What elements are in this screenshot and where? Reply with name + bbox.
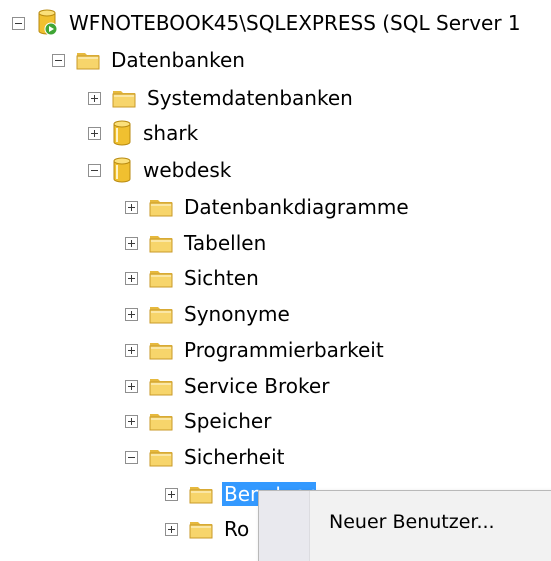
tree-node-storage[interactable]: Speicher bbox=[125, 405, 273, 437]
folder-icon bbox=[189, 519, 213, 539]
tree-node-synonyms[interactable]: Synonyme bbox=[125, 298, 292, 330]
folder-icon bbox=[76, 50, 100, 70]
folder-icon bbox=[149, 411, 173, 431]
tree-node-db-shark[interactable]: shark bbox=[88, 117, 200, 149]
tree-node-roles[interactable]: Ro bbox=[165, 513, 251, 545]
folder-icon bbox=[149, 304, 173, 324]
expand-icon[interactable] bbox=[88, 91, 101, 105]
tree-node-label: Ro bbox=[224, 517, 250, 541]
expand-icon[interactable] bbox=[125, 307, 138, 321]
tree-node-label: Speicher bbox=[184, 409, 272, 433]
database-icon bbox=[112, 120, 132, 146]
expand-icon[interactable] bbox=[125, 343, 138, 357]
folder-icon bbox=[149, 197, 173, 217]
tree-node-label: Sichten bbox=[184, 266, 259, 290]
context-menu: Neuer Benutzer... bbox=[258, 490, 551, 561]
databases-label: Datenbanken bbox=[111, 48, 245, 72]
menu-item-new-user[interactable]: Neuer Benutzer... bbox=[329, 511, 495, 533]
expand-icon[interactable] bbox=[125, 271, 138, 285]
tree-node-views[interactable]: Sichten bbox=[125, 262, 261, 294]
tree-node-label: Tabellen bbox=[184, 231, 267, 255]
tree-node-security[interactable]: Sicherheit bbox=[125, 441, 286, 473]
database-icon bbox=[112, 157, 132, 183]
system-databases-label: Systemdatenbanken bbox=[147, 86, 353, 110]
tree-node-label: Sicherheit bbox=[184, 445, 285, 469]
tree-node-server[interactable]: WFNOTEBOOK45\SQLEXPRESS (SQL Server 1 bbox=[12, 7, 523, 39]
folder-icon bbox=[149, 447, 173, 467]
tree-node-service-broker[interactable]: Service Broker bbox=[125, 370, 331, 402]
expand-icon[interactable] bbox=[125, 414, 138, 428]
tree-node-label: Service Broker bbox=[184, 374, 330, 398]
folder-icon bbox=[149, 233, 173, 253]
tree-node-system-databases[interactable]: Systemdatenbanken bbox=[88, 82, 355, 114]
folder-icon bbox=[112, 88, 136, 108]
expand-icon[interactable] bbox=[165, 487, 178, 501]
tree-node-db-webdesk[interactable]: webdesk bbox=[88, 154, 233, 186]
tree-node-tables[interactable]: Tabellen bbox=[125, 227, 268, 259]
collapse-icon[interactable] bbox=[88, 163, 101, 177]
expand-icon[interactable] bbox=[125, 379, 138, 393]
expand-icon[interactable] bbox=[125, 236, 138, 250]
collapse-icon[interactable] bbox=[125, 450, 138, 464]
tree-node-programmability[interactable]: Programmierbarkeit bbox=[125, 334, 386, 366]
server-label: WFNOTEBOOK45\SQLEXPRESS (SQL Server 1 bbox=[69, 11, 521, 35]
menu-icon-gutter bbox=[259, 491, 310, 561]
tree-node-label: Datenbankdiagramme bbox=[184, 195, 409, 219]
tree-node-database-diagrams[interactable]: Datenbankdiagramme bbox=[125, 191, 411, 223]
server-icon bbox=[36, 9, 58, 37]
tree-node-label: Programmierbarkeit bbox=[184, 338, 384, 362]
folder-icon bbox=[149, 268, 173, 288]
expand-icon[interactable] bbox=[125, 200, 138, 214]
db-shark-label: shark bbox=[143, 121, 199, 145]
folder-icon bbox=[149, 340, 173, 360]
collapse-icon[interactable] bbox=[52, 53, 65, 67]
db-webdesk-label: webdesk bbox=[143, 158, 232, 182]
collapse-icon[interactable] bbox=[12, 16, 25, 30]
tree-node-databases[interactable]: Datenbanken bbox=[52, 44, 247, 76]
folder-icon bbox=[149, 376, 173, 396]
expand-icon[interactable] bbox=[88, 126, 101, 140]
expand-icon[interactable] bbox=[165, 522, 178, 536]
folder-icon bbox=[189, 484, 213, 504]
tree-node-label: Synonyme bbox=[184, 302, 290, 326]
